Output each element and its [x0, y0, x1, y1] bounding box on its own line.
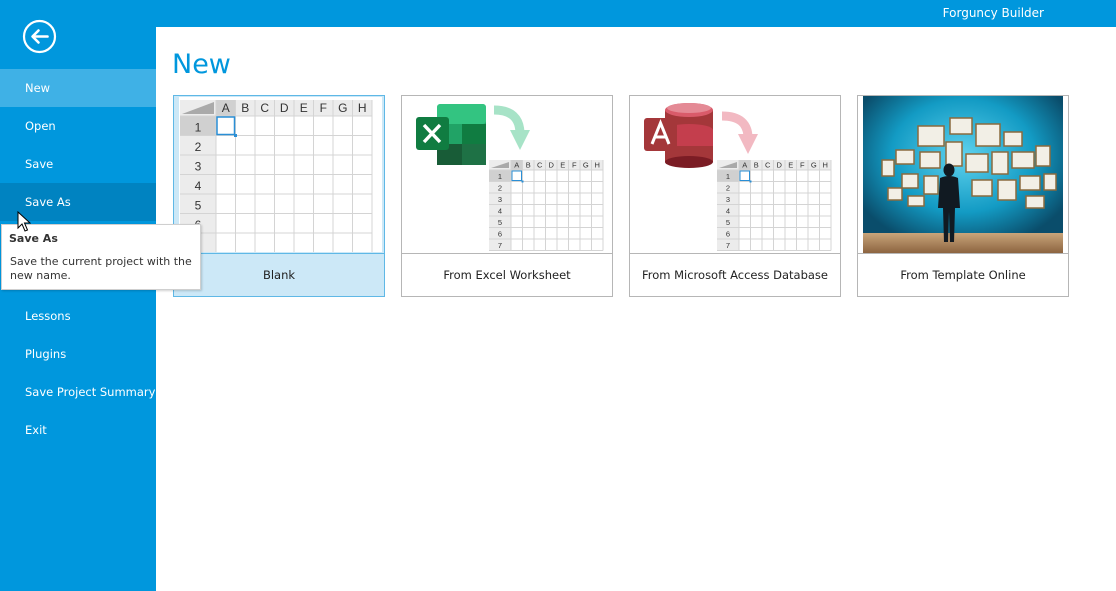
spreadsheet-grid: ABCDEFGH 1 2 3 4 5 6 7 [717, 160, 832, 251]
excel-import-icon: ABCDEFGH 1 2 3 4 5 6 7 [402, 96, 612, 253]
column-header-d: D [777, 161, 783, 170]
title-bar: Forguncy Builder [156, 0, 1116, 27]
mouse-cursor-icon [17, 211, 31, 232]
template-gallery-icon [858, 96, 1068, 253]
active-cell [216, 116, 236, 136]
row-header-3: 3 [195, 160, 202, 174]
row-header-3: 3 [726, 195, 730, 204]
access-import-icon: ABCDEFGH 1 2 3 4 5 6 7 [630, 96, 840, 253]
row-header-5: 5 [498, 218, 502, 227]
tile-label: From Microsoft Access Database [641, 268, 829, 282]
column-header-b: B [754, 161, 759, 170]
tile-label: From Excel Worksheet [443, 268, 571, 282]
page-title: New [172, 49, 231, 80]
tile-from-microsoft-access-database[interactable]: ABCDEFGH 1 2 3 4 5 6 7 From Microsoft Access Da… [629, 95, 841, 297]
tile-label: From Template Online [900, 268, 1026, 282]
tile-label: Blank [262, 268, 296, 282]
row-header-1: 1 [195, 121, 202, 135]
back-arrow-icon [22, 19, 57, 54]
column-header-g: G [583, 161, 589, 170]
row-header-5: 5 [195, 199, 202, 213]
blank-spreadsheet-icon: ABCDEFGH1234567 [179, 97, 382, 252]
column-header-c: C [765, 161, 771, 170]
back-button[interactable] [22, 19, 57, 54]
access-logo-icon [644, 103, 713, 168]
column-header-f: F [800, 161, 805, 170]
column-header-g: G [811, 161, 817, 170]
sidebar-item-lessons[interactable]: Lessons [0, 297, 156, 335]
sidebar-item-new[interactable]: New [0, 69, 156, 107]
column-header-e: E [560, 161, 565, 170]
tooltip-description: Save the current project with the new na… [10, 255, 192, 282]
row-header-4: 4 [195, 179, 202, 193]
column-header-e: E [788, 161, 793, 170]
column-header-g: G [338, 101, 347, 115]
column-header-b: B [241, 101, 249, 115]
column-header-a: A [222, 101, 230, 115]
app-title: Forguncy Builder [942, 6, 1044, 20]
row-header-6: 6 [726, 230, 730, 239]
column-header-e: E [300, 101, 308, 115]
tile-from-excel-worksheet[interactable]: ABCDEFGH 1 2 3 4 5 6 7 From Excel Worksheet [401, 95, 613, 297]
column-header-d: D [280, 101, 289, 115]
row-header-2: 2 [498, 184, 502, 193]
column-header-h: H [595, 161, 600, 170]
row-header-3: 3 [498, 195, 502, 204]
column-header-h: H [358, 101, 367, 115]
row-header-2: 2 [195, 140, 202, 154]
active-cell [739, 170, 750, 181]
row-header-1: 1 [726, 172, 730, 181]
sidebar-item-open[interactable]: Open [0, 107, 156, 145]
column-header-a: A [742, 161, 747, 170]
sidebar-item-exit[interactable]: Exit [0, 411, 156, 449]
column-header-a: A [514, 161, 519, 170]
column-header-h: H [823, 161, 828, 170]
row-header-2: 2 [726, 184, 730, 193]
sidebar-item-save[interactable]: Save [0, 145, 156, 183]
active-cell [511, 170, 522, 181]
column-header-f: F [572, 161, 577, 170]
tooltip: Save As Save the current project with th… [1, 224, 201, 290]
column-header-c: C [537, 161, 543, 170]
row-header-7: 7 [498, 241, 502, 250]
row-header-4: 4 [726, 207, 730, 216]
column-header-f: F [320, 101, 327, 115]
column-header-b: B [526, 161, 531, 170]
excel-logo-icon [416, 104, 486, 165]
row-header-5: 5 [726, 218, 730, 227]
tile-blank[interactable]: ABCDEFGH1234567 Blank [173, 95, 385, 297]
row-header-6: 6 [498, 230, 502, 239]
column-header-c: C [260, 101, 269, 115]
row-header-7: 7 [726, 241, 730, 250]
row-header-1: 1 [498, 172, 502, 181]
spreadsheet-grid: ABCDEFGH1234567 [180, 100, 373, 252]
sidebar-item-save-project-summary[interactable]: Save Project Summary [0, 373, 156, 411]
sidebar-item-plugins[interactable]: Plugins [0, 335, 156, 373]
sidebar: New Open Save Save As Lessons Plugins Sa… [0, 0, 156, 591]
row-header-4: 4 [498, 207, 502, 216]
spreadsheet-grid: ABCDEFGH 1 2 3 4 5 6 7 [489, 160, 604, 251]
tooltip-title: Save As [9, 232, 58, 245]
column-header-d: D [549, 161, 555, 170]
tile-from-template-online[interactable]: From Template Online [857, 95, 1069, 297]
